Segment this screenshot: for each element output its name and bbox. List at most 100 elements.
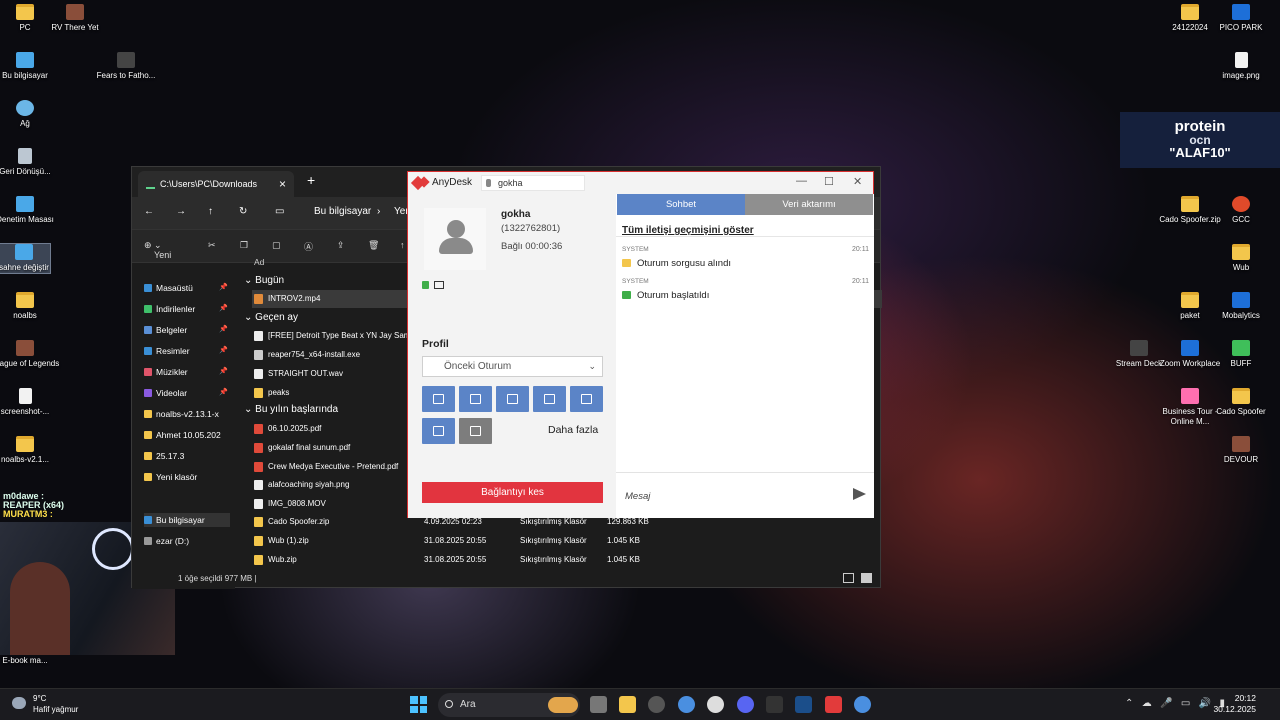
volume-icon[interactable]: 🔊 — [1199, 698, 1211, 709]
chevron-up-icon[interactable]: ⌃ — [1125, 698, 1133, 709]
details-view-icon[interactable] — [843, 573, 854, 583]
clock[interactable]: 20:12 30.12.2025 — [1213, 693, 1256, 715]
group-last-month[interactable]: ⌄ Geçen ay — [244, 312, 298, 323]
display-icon[interactable]: ▭ — [1181, 698, 1190, 709]
pictures-icon — [144, 347, 152, 355]
minimize-icon[interactable]: — — [796, 175, 807, 187]
desktop-icon-buff[interactable]: BUFF — [1205, 340, 1277, 369]
audio-button[interactable] — [533, 386, 566, 412]
task-view-icon[interactable] — [590, 696, 607, 713]
forward-icon[interactable]: → — [176, 206, 186, 217]
nav-ahmet[interactable]: Ahmet 10.05.202 — [144, 428, 230, 442]
column-header-name[interactable]: Ad — [254, 257, 264, 267]
delete-icon[interactable]: 🗑 — [368, 240, 379, 251]
image-file-icon — [254, 480, 263, 490]
group-this-year[interactable]: ⌄ Bu yılın başlarında — [244, 404, 338, 415]
profile-select[interactable]: Önceki Oturum ⌄ — [422, 356, 603, 377]
lock-icon — [422, 281, 429, 289]
desktop-icon-mobalytics[interactable]: Mobalytics — [1205, 292, 1277, 321]
privacy-button[interactable] — [459, 418, 492, 444]
desktop-icon-cado-spoofer[interactable]: Cado Spoofer — [1205, 388, 1277, 417]
obs-icon[interactable] — [648, 696, 665, 713]
desktop-icon-screenshot[interactable]: screenshot-... — [0, 388, 61, 417]
breadcrumb-this-pc[interactable]: Bu bilgisayar — [314, 206, 371, 217]
monitor-off-icon — [470, 426, 481, 436]
paste-icon[interactable]: ▢ — [272, 240, 281, 251]
file-row[interactable]: Wub (1).zip 31.08.2025 20:55 Sıkıştırılmış… — [252, 532, 882, 550]
desktop-icon-network[interactable]: Ağ — [0, 100, 61, 129]
file-transfer-button[interactable] — [459, 386, 492, 412]
avatar — [424, 208, 486, 270]
nav-new-folder[interactable]: Yeni klasör — [144, 470, 230, 484]
explorer-tab[interactable]: C:\Users\PC\Downloads × — [138, 171, 294, 197]
tab-transfer[interactable]: Veri aktarımı — [745, 194, 873, 215]
mic-icon[interactable]: 🎤 — [1160, 698, 1172, 709]
game-icon — [1232, 436, 1250, 452]
address-field[interactable]: gokha — [481, 175, 585, 191]
desktop-icon-noalbs[interactable]: noalbs — [0, 292, 61, 321]
more-button[interactable]: Daha fazla — [548, 424, 598, 436]
desktop-icon-gcc[interactable]: GCC — [1205, 196, 1277, 225]
message-input[interactable]: Mesaj — [616, 472, 874, 518]
group-today[interactable]: ⌄ Bugün — [244, 275, 284, 286]
browser-icon[interactable] — [854, 696, 871, 713]
windows-logo-icon — [410, 696, 418, 704]
chatgpt-icon[interactable] — [707, 696, 724, 713]
desktop-icon-image-png[interactable]: image.png — [1205, 52, 1277, 81]
desktop-icon-devour[interactable]: DEVOUR — [1205, 436, 1277, 465]
copy-icon[interactable]: ❐ — [240, 240, 248, 251]
file-explorer-icon[interactable] — [619, 696, 636, 713]
nav-videos[interactable]: Videolar 📌 — [144, 386, 230, 400]
desktop-icon-ebook[interactable]: E-book ma... — [0, 656, 61, 666]
desktop-icon-noalbs-v2[interactable]: noalbs-v2.1... — [0, 436, 61, 465]
disconnect-button[interactable]: Bağlantıyı kes — [422, 482, 603, 503]
desktop-icon-sahne[interactable]: sahne değiştir — [0, 243, 51, 274]
steam-icon[interactable] — [795, 696, 812, 713]
app-icon[interactable] — [766, 696, 783, 713]
desktop-icon-league[interactable]: League of Legends — [0, 340, 61, 369]
sort-icon[interactable]: ↑ — [400, 240, 405, 250]
nav-noalbs[interactable]: noalbs-v2.13.1-x — [144, 407, 230, 421]
nav-music[interactable]: Müzikler 📌 — [144, 365, 230, 379]
desktop-icon-recycle-bin[interactable]: Geri Dönüşü... — [0, 148, 61, 177]
cut-icon[interactable]: ✂ — [208, 240, 216, 251]
desktop-icon-control-panel[interactable]: Denetim Masası — [0, 196, 61, 225]
cloud-icon[interactable]: ☁ — [1142, 698, 1152, 709]
nav-downloads[interactable]: İndirilenler 📌 — [144, 302, 230, 316]
send-icon[interactable] — [853, 488, 866, 500]
anydesk-taskbar-icon[interactable] — [825, 696, 842, 713]
file-row[interactable]: Wub.zip 31.08.2025 20:55 Sıkıştırılmış Kla… — [252, 551, 882, 569]
clipboard-button[interactable] — [496, 386, 529, 412]
close-icon[interactable]: ✕ — [853, 175, 862, 188]
share-icon[interactable]: ⇪ — [337, 240, 345, 251]
desktop-icon-rv-there-yet[interactable]: RV There Yet — [39, 4, 111, 33]
maximize-icon[interactable]: ☐ — [824, 175, 834, 188]
rename-icon[interactable]: Ⓐ — [304, 240, 313, 253]
up-icon[interactable]: ↑ — [208, 206, 213, 217]
desktop-icon-wub[interactable]: Wub — [1205, 244, 1277, 273]
desktop-icon-this-pc[interactable]: Bu bilgisayar — [0, 52, 61, 81]
draw-button[interactable] — [422, 418, 455, 444]
tab-chat[interactable]: Sohbet — [617, 194, 745, 215]
chrome-icon[interactable] — [678, 696, 695, 713]
screen-button[interactable] — [570, 386, 603, 412]
back-icon[interactable]: ← — [144, 206, 154, 217]
nav-pictures[interactable]: Resimler 📌 — [144, 344, 230, 358]
nav-desktop[interactable]: Masaüstü 📌 — [144, 281, 230, 295]
start-button[interactable] — [410, 696, 427, 713]
keyboard-mouse-button[interactable] — [422, 386, 455, 412]
close-tab-icon[interactable]: × — [279, 171, 286, 197]
desktop-icon-fears-to-fathom[interactable]: Fears to Fatho... — [90, 52, 162, 81]
nav-drive-d[interactable]: ezar (D:) — [144, 534, 230, 548]
new-tab-button[interactable]: + — [307, 172, 315, 188]
new-button[interactable]: ⊕ Yeni ⌄ — [144, 240, 171, 260]
nav-this-pc[interactable]: Bu bilgisayar — [144, 513, 230, 527]
desktop-icon-pico-park[interactable]: PICO PARK — [1205, 4, 1277, 33]
tiles-view-icon[interactable] — [861, 573, 872, 583]
discord-icon[interactable] — [737, 696, 754, 713]
show-history-link[interactable]: Tüm iletişi geçmişini göster — [622, 225, 754, 236]
nav-25-17-3[interactable]: 25.17.3 — [144, 449, 230, 463]
refresh-icon[interactable]: ↻ — [239, 206, 247, 217]
nav-documents[interactable]: Belgeler 📌 — [144, 323, 230, 337]
search-box[interactable]: Ara — [438, 693, 580, 717]
